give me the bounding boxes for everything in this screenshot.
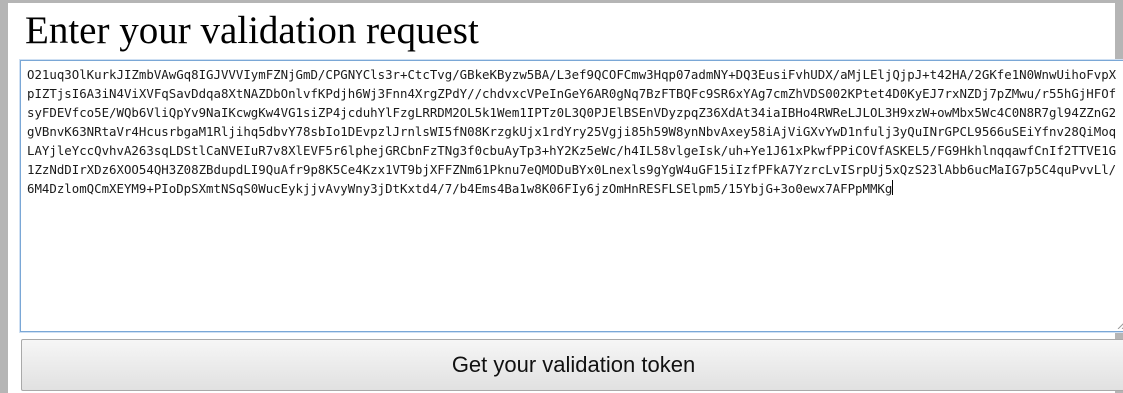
get-validation-token-button[interactable]: Get your validation token (21, 339, 1123, 391)
request-text: O21uq3OlKurkJIZmbVAwGq8IGJVVVIymFZNjGmD/… (27, 67, 1117, 196)
page-frame: Enter your validation request O21uq3OlKu… (0, 0, 1123, 393)
resize-grip-icon[interactable] (1116, 319, 1123, 329)
validation-request-textarea[interactable]: O21uq3OlKurkJIZmbVAwGq8IGJVVVIymFZNjGmD/… (20, 60, 1123, 332)
text-caret (892, 180, 894, 195)
page-title: Enter your validation request (25, 9, 479, 52)
get-validation-token-label: Get your validation token (451, 352, 696, 377)
